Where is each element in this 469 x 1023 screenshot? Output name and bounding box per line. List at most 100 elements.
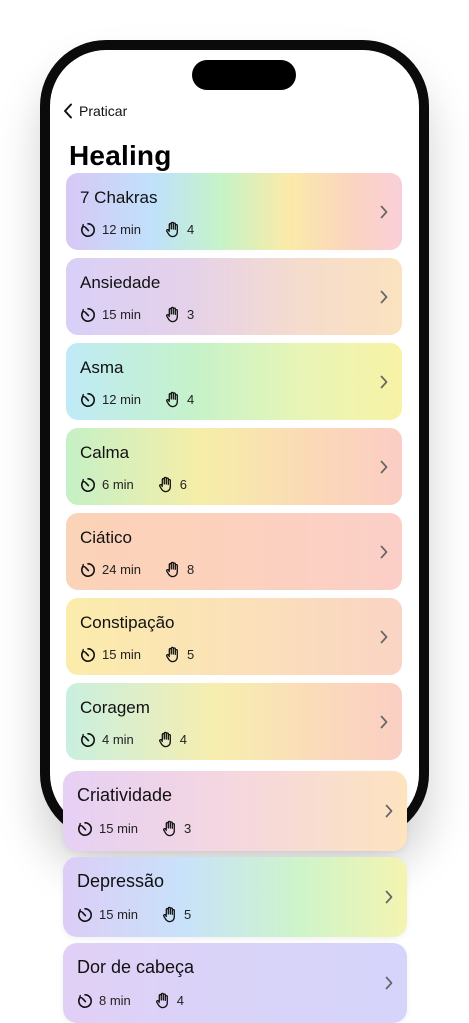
timer-icon	[80, 647, 96, 663]
list-item-meta: 15 min 5	[80, 646, 194, 663]
timer-icon	[80, 307, 96, 323]
phone-frame: Praticar Healing 7 Chakras 12 min 4 Ansied…	[40, 40, 429, 840]
chevron-right-icon	[380, 715, 388, 729]
duration-value: 4 min	[102, 732, 134, 747]
duration: 4 min	[80, 732, 134, 748]
list-item-meta: 12 min 4	[80, 221, 194, 238]
chevron-right-icon	[380, 375, 388, 389]
duration: 12 min	[80, 392, 141, 408]
page-title: Healing	[69, 140, 172, 171]
hand-icon	[165, 221, 181, 238]
hand-positions: 3	[165, 306, 194, 323]
chevron-right-icon	[380, 290, 388, 304]
list-item-title: Depressão	[77, 871, 165, 891]
chevron-right-icon	[380, 460, 388, 474]
duration-value: 15 min	[102, 647, 142, 662]
chevron-right-icon	[385, 976, 393, 990]
list-item-title: Dor de cabeça	[77, 957, 195, 977]
list-item[interactable]: Ciático 24 min 8	[66, 513, 402, 590]
duration: 15 min	[80, 307, 141, 323]
list-item-meta: 6 min 6	[80, 476, 187, 493]
list-item[interactable]: 7 Chakras 12 min 4	[66, 173, 402, 250]
chevron-right-icon	[380, 630, 388, 644]
duration: 24 min	[80, 562, 141, 578]
list-item-title: Ciático	[80, 528, 132, 547]
duration-value: 6 min	[102, 477, 134, 492]
hand-positions: 4	[165, 221, 194, 238]
hand-count: 5	[184, 907, 192, 922]
chevron-right-icon	[385, 890, 393, 904]
hand-icon	[155, 992, 171, 1009]
list-item-meta: 8 min 4	[77, 992, 184, 1009]
list-item-title: Constipação	[80, 613, 175, 632]
hand-icon	[162, 820, 178, 837]
duration: 6 min	[80, 477, 134, 493]
list-item-title: Criatividade	[77, 785, 173, 805]
timer-icon	[77, 821, 93, 837]
duration-value: 8 min	[99, 993, 131, 1008]
duration-value: 15 min	[99, 821, 139, 836]
hand-positions: 5	[165, 646, 194, 663]
hand-icon	[162, 906, 178, 923]
hand-count: 3	[184, 821, 192, 836]
hand-positions: 6	[158, 476, 187, 493]
hand-positions: 3	[162, 820, 191, 837]
back-button[interactable]: Praticar	[63, 101, 127, 121]
hand-count: 4	[187, 392, 195, 407]
list-item-meta: 15 min 5	[77, 906, 191, 923]
chevron-left-icon	[63, 103, 73, 119]
list-item[interactable]: Constipação 15 min 5	[66, 598, 402, 675]
list-item-title: 7 Chakras	[80, 188, 158, 207]
duration: 15 min	[77, 907, 138, 923]
hand-count: 8	[187, 562, 195, 577]
list-item-title: Ansiedade	[80, 273, 161, 292]
list-item[interactable]: Ansiedade 15 min 3	[66, 258, 402, 335]
duration-value: 12 min	[102, 392, 142, 407]
list-item[interactable]: Dor de cabeça 8 min 4	[63, 943, 407, 1023]
list-item-title: Asma	[80, 358, 124, 377]
hand-positions: 4	[158, 731, 187, 748]
list-item-meta: 15 min 3	[80, 306, 194, 323]
hand-count: 5	[187, 647, 195, 662]
duration: 12 min	[80, 222, 141, 238]
list-item-meta: 4 min 4	[80, 731, 187, 748]
timer-icon	[80, 477, 96, 493]
timer-icon	[80, 222, 96, 238]
hand-icon	[158, 731, 174, 748]
duration-value: 15 min	[102, 307, 142, 322]
duration-value: 15 min	[99, 907, 139, 922]
phone-screen: Praticar Healing 7 Chakras 12 min 4 Ansied…	[50, 50, 419, 830]
hand-icon	[165, 646, 181, 663]
hand-count: 4	[176, 993, 185, 1008]
hand-count: 4	[187, 222, 195, 237]
hand-count: 4	[179, 732, 188, 747]
hand-positions: 4	[165, 391, 194, 408]
chevron-right-icon	[380, 545, 388, 559]
list-item-meta: 15 min 3	[77, 820, 191, 837]
hand-icon	[165, 561, 181, 578]
back-label: Praticar	[79, 103, 128, 119]
duration-value: 12 min	[102, 222, 142, 237]
timer-icon	[80, 562, 96, 578]
hand-icon	[165, 306, 181, 323]
chevron-right-icon	[385, 804, 393, 818]
hand-icon	[158, 476, 174, 493]
timer-icon	[80, 732, 96, 748]
timer-icon	[77, 907, 93, 923]
list-item[interactable]: Depressão 15 min 5	[63, 857, 407, 937]
hand-icon	[165, 391, 181, 408]
timer-icon	[80, 392, 96, 408]
list-item-title: Coragem	[80, 698, 150, 717]
timer-icon	[77, 993, 93, 1009]
duration: 15 min	[77, 821, 138, 837]
dynamic-island	[192, 60, 296, 90]
hand-count: 6	[179, 477, 188, 492]
list-item[interactable]: Criatividade 15 min 3	[63, 771, 407, 851]
hand-positions: 4	[155, 992, 184, 1009]
list-item[interactable]: Coragem 4 min 4	[66, 683, 402, 760]
duration-value: 24 min	[102, 562, 142, 577]
list-item-meta: 12 min 4	[80, 391, 194, 408]
list-item[interactable]: Calma 6 min 6	[66, 428, 402, 505]
list-item[interactable]: Asma 12 min 4	[66, 343, 402, 420]
list-item-meta: 24 min 8	[80, 561, 194, 578]
